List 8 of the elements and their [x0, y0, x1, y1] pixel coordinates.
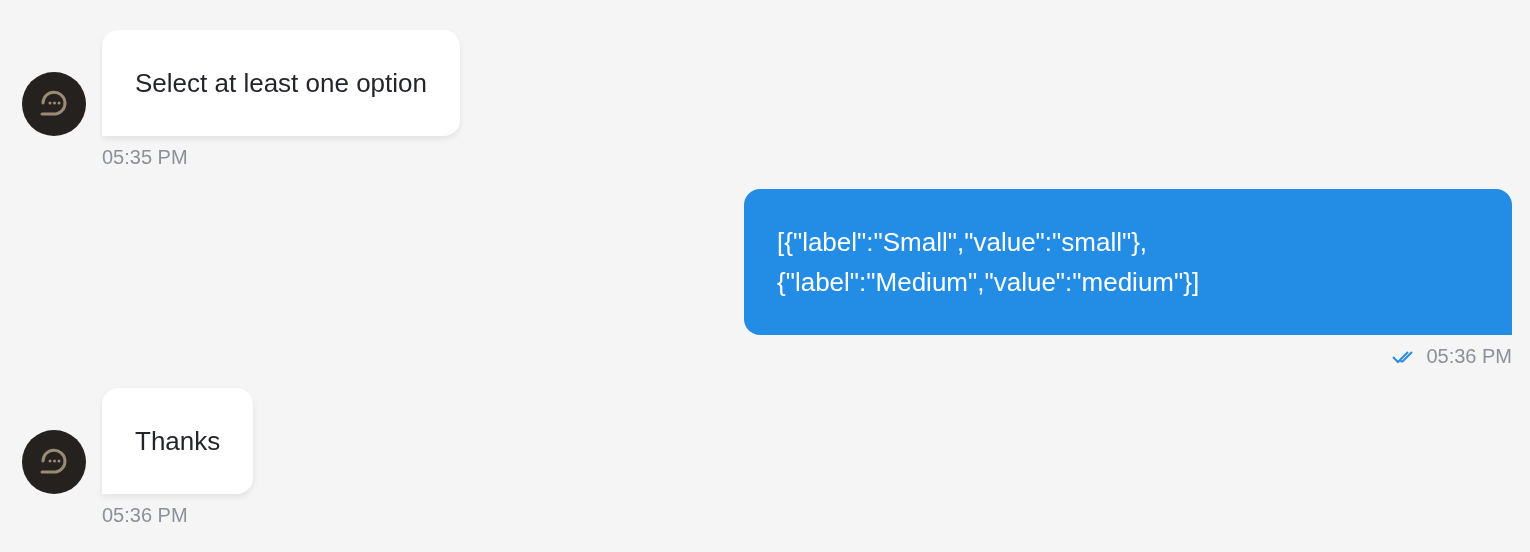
- message-time: 05:35 PM: [102, 146, 188, 169]
- bot-avatar-icon: [22, 72, 86, 136]
- message-bubble: [{"label":"Small","value":"small"}, {"label":"Medium","value":"medium"}]: [744, 189, 1512, 335]
- message-bubble: Thanks: [102, 388, 254, 494]
- bot-avatar-icon: [22, 430, 86, 494]
- message-bubble: Select at least one option: [102, 30, 460, 136]
- message-time: 05:36 PM: [1426, 345, 1512, 368]
- message-time: 05:36 PM: [102, 504, 188, 527]
